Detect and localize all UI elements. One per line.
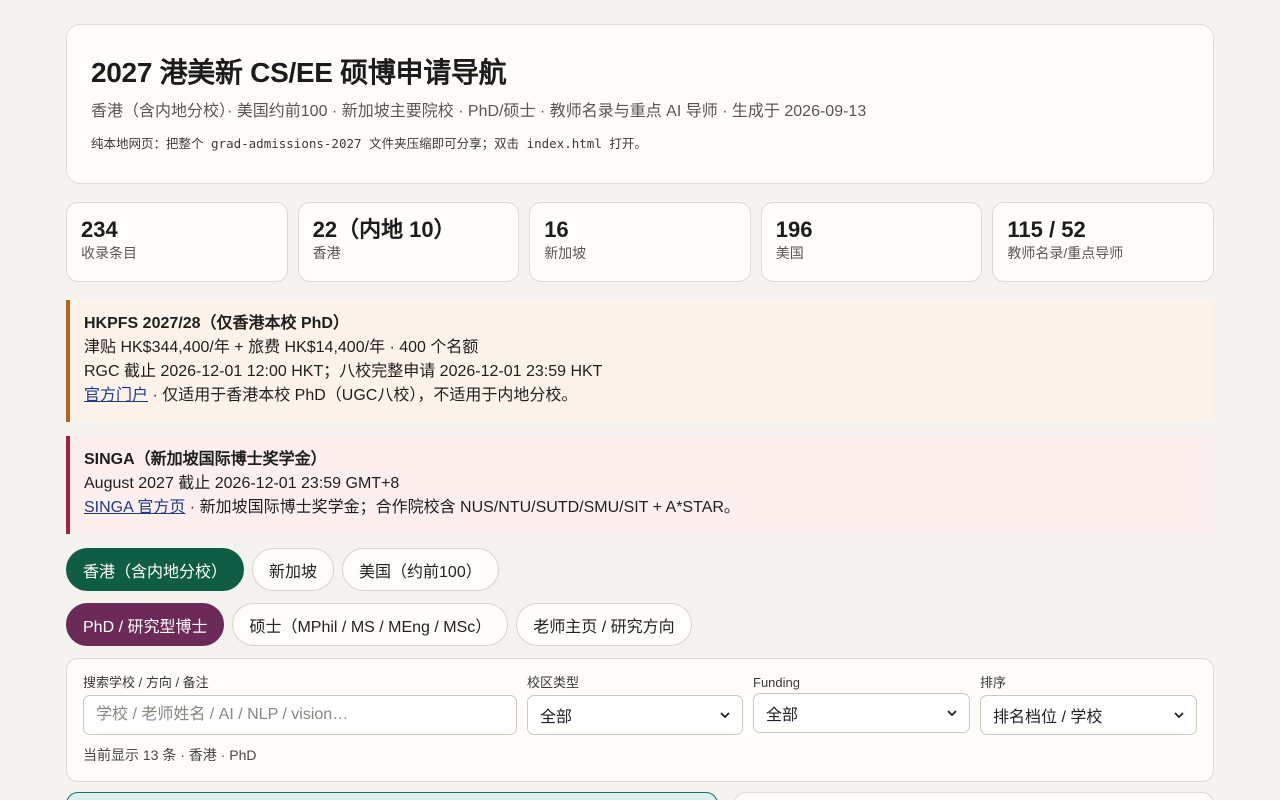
chevron-down-icon — [720, 712, 730, 719]
chevron-down-icon — [947, 710, 957, 717]
notice-line: RGC 截止 2026-12-01 12:00 HKT；八校完整申请 2026-… — [84, 363, 603, 380]
stat-label: 新加坡 — [544, 245, 587, 261]
stat-label: 美国 — [775, 245, 804, 261]
stat-value: 22（内地 10） — [312, 217, 456, 242]
result-count: 当前显示 13 条 · 香港 · PhD — [83, 747, 257, 763]
stat-label: 香港 — [312, 245, 341, 261]
notice-footer-text: · 仅适用于香港本校 PhD（UGC八校），不适用于内地分校。 — [148, 387, 578, 404]
page-subtitle: 香港（含内地分校）· 美国约前100 · 新加坡主要院校 · PhD/硕士 · … — [91, 103, 867, 120]
tab-program-phd[interactable]: PhD / 研究型博士 — [66, 603, 225, 646]
region-tabs: 香港（含内地分校） 新加坡 美国（约前100） — [66, 548, 1214, 591]
stat-label: 收录条目 — [81, 245, 137, 261]
stat-value: 16 — [544, 217, 569, 242]
stat-value: 115 / 52 — [1007, 217, 1086, 242]
chevron-down-icon — [1174, 712, 1184, 719]
notice-title: SINGA（新加坡国际博士奖学金） — [84, 451, 327, 468]
stat-card-hongkong: 22（内地 10） 香港 — [297, 202, 520, 282]
program-tabs: PhD / 研究型博士 硕士（MPhil / MS / MEng / MSc） … — [66, 603, 1214, 646]
hkpfs-portal-link[interactable]: 官方门户 — [84, 387, 148, 404]
stat-label: 教师名录/重点导师 — [1007, 245, 1124, 261]
stat-value: 234 — [81, 217, 118, 242]
funding-label: Funding — [753, 675, 800, 690]
stat-value: 196 — [775, 217, 813, 242]
stat-card-usa: 196 美国 — [760, 202, 983, 282]
stats-row: 234 收录条目 22（内地 10） 香港 16 新加坡 196 美国 115 … — [66, 202, 1214, 282]
notice-line: 津贴 HK$344,400/年 + 旅费 HK$14,400/年 · 400 个… — [84, 339, 479, 356]
campus-type-select[interactable]: 全部 — [527, 695, 743, 735]
search-label: 搜索学校 / 方向 / 备注 — [83, 675, 209, 690]
notice-footer: 官方门户 · 仅适用于香港本校 PhD（UGC八校），不适用于内地分校。 — [84, 384, 1200, 408]
filter-panel: 搜索学校 / 方向 / 备注 校区类型 全部 Funding 全部 排序 — [66, 658, 1214, 782]
result-card[interactable] — [66, 792, 718, 800]
page-container: 2027 港美新 CS/EE 硕博申请导航 香港（含内地分校）· 美国约前100… — [66, 24, 1214, 782]
singa-official-link[interactable]: SINGA 官方页 — [84, 499, 185, 516]
page-title: 2027 港美新 CS/EE 硕博申请导航 — [91, 57, 507, 88]
results-grid — [66, 792, 1214, 800]
notice-footer-text: · 新加坡国际博士奖学金；合作院校含 NUS/NTU/SUTD/SMU/SIT … — [185, 499, 740, 516]
singa-notice: SINGA（新加坡国际博士奖学金） August 2027 截止 2026-12… — [66, 436, 1214, 534]
usage-note: 纯本地网页：把整个 grad-admissions-2027 文件夹压缩即可分享… — [91, 136, 647, 151]
stat-card-singapore: 16 新加坡 — [529, 202, 751, 282]
funding-select[interactable]: 全部 — [753, 693, 970, 733]
tab-program-masters[interactable]: 硕士（MPhil / MS / MEng / MSc） — [232, 603, 509, 646]
stat-card-total: 234 收录条目 — [66, 202, 288, 282]
tab-region-singapore[interactable]: 新加坡 — [252, 548, 335, 591]
notice-title: HKPFS 2027/28（仅香港本校 PhD） — [84, 315, 349, 332]
stat-card-faculty: 115 / 52 教师名录/重点导师 — [992, 202, 1214, 282]
sort-value: 排名档位 / 学校 — [993, 709, 1103, 726]
tab-region-hongkong[interactable]: 香港（含内地分校） — [66, 548, 245, 591]
sort-select[interactable]: 排名档位 / 学校 — [980, 695, 1197, 735]
campus-type-label: 校区类型 — [527, 675, 580, 690]
hkpfs-notice: HKPFS 2027/28（仅香港本校 PhD） 津贴 HK$344,400/年… — [66, 300, 1214, 422]
tab-program-faculty[interactable]: 老师主页 / 研究方向 — [516, 603, 692, 646]
notice-footer: SINGA 官方页 · 新加坡国际博士奖学金；合作院校含 NUS/NTU/SUT… — [84, 496, 1200, 520]
tab-region-usa[interactable]: 美国（约前100） — [342, 548, 499, 591]
funding-value: 全部 — [766, 707, 799, 724]
search-input[interactable] — [83, 695, 517, 735]
hero-header: 2027 港美新 CS/EE 硕博申请导航 香港（含内地分校）· 美国约前100… — [66, 24, 1214, 184]
result-card[interactable] — [734, 792, 1214, 800]
campus-type-value: 全部 — [540, 709, 573, 726]
notice-line: August 2027 截止 2026-12-01 23:59 GMT+8 — [84, 475, 400, 492]
sort-label: 排序 — [980, 675, 1007, 690]
